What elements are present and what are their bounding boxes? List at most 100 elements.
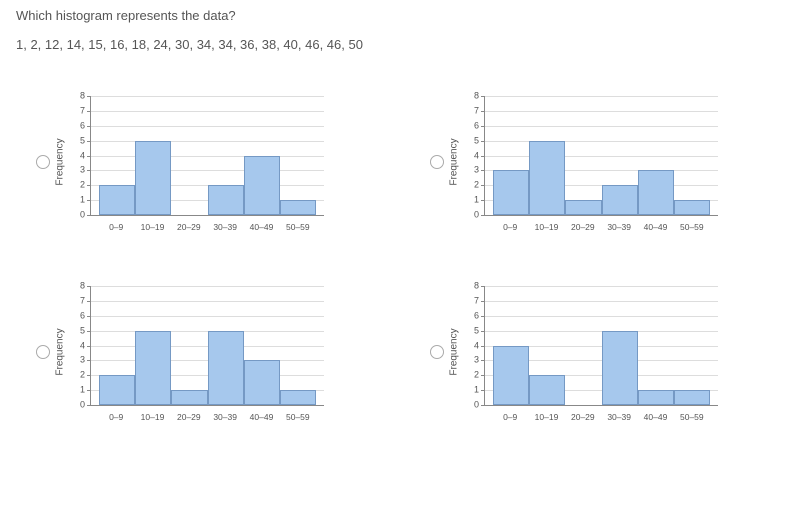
bar [565,200,601,215]
y-tick-label: 0 [474,401,479,410]
x-tick-label: 0–9 [492,412,528,422]
bar-slot [638,286,674,405]
y-tick-label: 8 [80,282,85,291]
y-tick [481,96,485,97]
histogram-2: Frequency0123456780–910–1920–2930–3940–4… [462,92,722,232]
bar-slot [244,96,280,215]
bar [638,170,674,215]
bar-slot [280,286,316,405]
x-labels: 0–910–1920–2930–3940–4950–59 [492,222,710,232]
bar [171,390,207,405]
data-list: 1, 2, 12, 14, 15, 16, 18, 24, 30, 34, 34… [16,37,784,52]
bar-slot [135,286,171,405]
y-tick [481,331,485,332]
x-tick-label: 40–49 [243,222,279,232]
bar-slot [529,286,565,405]
y-tick [87,141,91,142]
y-tick-label: 3 [474,356,479,365]
y-tick-label: 4 [80,341,85,350]
bar-slot [674,286,710,405]
y-tick [87,405,91,406]
plot-area: 012345678 [90,96,324,216]
bar [244,156,280,216]
bar-slot [493,96,529,215]
bar [99,375,135,405]
y-tick [87,316,91,317]
y-tick [481,185,485,186]
y-tick-label: 8 [80,92,85,101]
bar [135,331,171,405]
y-tick [87,301,91,302]
bar-slot [602,96,638,215]
bar [493,346,529,406]
y-tick [481,316,485,317]
bar-slot [529,96,565,215]
x-tick-label: 30–39 [601,222,637,232]
y-tick [481,156,485,157]
bar-slot [171,96,207,215]
bar [638,390,674,405]
y-tick [481,286,485,287]
y-tick [87,126,91,127]
y-tick-label: 3 [80,356,85,365]
y-tick [87,96,91,97]
y-tick-label: 4 [80,151,85,160]
charts-grid: Frequency 012345678 0–910–1920–2930–3940–4… [16,92,784,422]
y-tick [87,360,91,361]
y-tick-label: 2 [80,371,85,380]
plot-area: 012345678 [90,286,324,406]
bar-slot [208,96,244,215]
y-tick-label: 2 [474,371,479,380]
y-axis-label: Frequency [55,138,66,185]
x-tick-label: 20–29 [565,222,601,232]
radio-option-2[interactable] [430,155,444,169]
y-axis-label: Frequency [449,328,460,375]
y-tick-label: 0 [474,211,479,220]
y-tick [87,185,91,186]
y-tick-label: 4 [474,341,479,350]
bar [602,331,638,405]
y-tick-label: 5 [474,326,479,335]
y-tick-label: 7 [474,296,479,305]
bar-slot [244,286,280,405]
bars [493,286,710,405]
x-tick-label: 30–39 [207,222,243,232]
bar-slot [602,286,638,405]
bar [244,360,280,405]
histogram-1: Frequency0123456780–910–1920–2930–3940–4… [68,92,328,232]
x-tick-label: 20–29 [565,412,601,422]
x-tick-label: 50–59 [280,412,316,422]
histogram-3: Frequency0123456780–910–1920–2930–3940–4… [68,282,328,422]
y-tick [481,301,485,302]
radio-option-4[interactable] [430,345,444,359]
y-tick-label: 1 [80,196,85,205]
y-tick-label: 5 [80,136,85,145]
y-tick-label: 1 [474,196,479,205]
x-tick-label: 50–59 [280,222,316,232]
bars [493,96,710,215]
y-tick [481,126,485,127]
y-tick-label: 7 [474,106,479,115]
y-tick [481,405,485,406]
x-tick-label: 40–49 [243,412,279,422]
y-tick-label: 8 [474,282,479,291]
x-tick-label: 50–59 [674,222,710,232]
y-tick [481,390,485,391]
y-tick-label: 2 [474,181,479,190]
x-tick-label: 40–49 [637,412,673,422]
y-tick [481,141,485,142]
x-tick-label: 0–9 [492,222,528,232]
radio-option-3[interactable] [36,345,50,359]
x-tick-label: 20–29 [171,412,207,422]
y-tick-label: 1 [474,386,479,395]
bar [208,331,244,405]
y-tick [87,170,91,171]
y-axis-label: Frequency [55,328,66,375]
y-tick [87,200,91,201]
radio-option-1[interactable] [36,155,50,169]
y-tick [481,346,485,347]
y-tick-label: 3 [80,166,85,175]
y-tick [481,360,485,361]
bar [208,185,244,215]
bars [99,286,316,405]
